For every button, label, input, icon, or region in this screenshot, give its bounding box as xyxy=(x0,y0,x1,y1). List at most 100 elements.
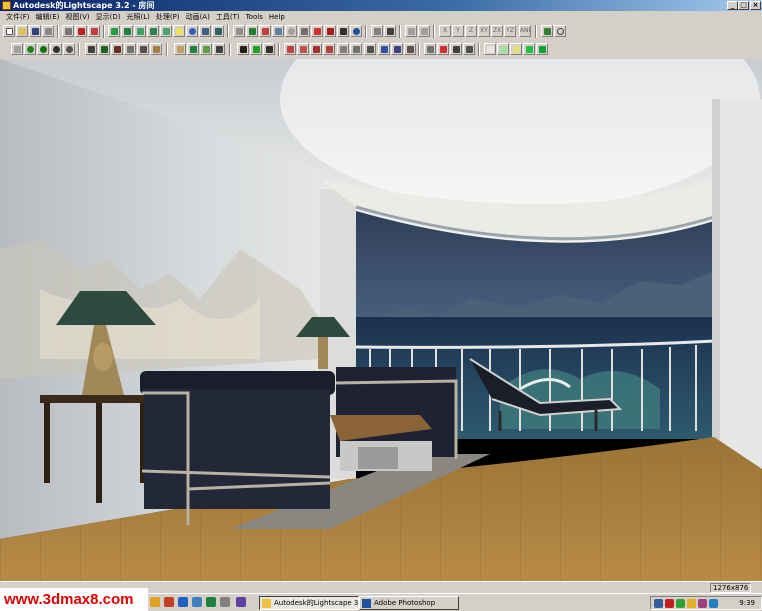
green-box-icon[interactable] xyxy=(523,43,535,55)
window-tool-icon[interactable] xyxy=(160,25,172,37)
axis-x-button[interactable]: X xyxy=(439,25,451,37)
zoom-pan-icon[interactable] xyxy=(233,25,245,37)
new-file-icon[interactable] xyxy=(3,25,15,37)
select-green-icon[interactable] xyxy=(250,43,262,55)
material-tool-icon[interactable] xyxy=(121,25,133,37)
person-run-icon[interactable] xyxy=(200,43,212,55)
move-up-icon[interactable] xyxy=(297,43,309,55)
quicklaunch-tool-icon[interactable] xyxy=(206,597,216,607)
rotate-view-icon[interactable] xyxy=(246,25,258,37)
paste-icon[interactable] xyxy=(350,43,362,55)
menu-view[interactable]: 视图(V) xyxy=(62,11,92,23)
mirror-icon[interactable] xyxy=(391,43,403,55)
save-file-icon[interactable] xyxy=(29,25,41,37)
undo-icon[interactable] xyxy=(42,25,54,37)
maximize-button[interactable]: □ xyxy=(738,1,749,10)
globe-icon[interactable] xyxy=(186,25,198,37)
help-icon[interactable] xyxy=(75,25,87,37)
person-fly-icon[interactable] xyxy=(213,43,225,55)
animate-button[interactable]: ANI xyxy=(519,25,531,37)
array-icon[interactable] xyxy=(404,43,416,55)
film-icon[interactable] xyxy=(212,25,224,37)
menu-lighting[interactable]: 光照(L) xyxy=(124,11,153,23)
image-icon[interactable] xyxy=(199,25,211,37)
zoom-window-icon[interactable] xyxy=(298,25,310,37)
tray-shield-icon[interactable] xyxy=(676,599,685,608)
menu-display[interactable]: 显示(D) xyxy=(93,11,124,23)
minimize-button[interactable]: _ xyxy=(727,1,738,10)
context-help-icon[interactable] xyxy=(88,25,100,37)
clip-icon[interactable] xyxy=(450,43,462,55)
measure-icon[interactable] xyxy=(424,43,436,55)
menu-edit[interactable]: 编辑(E) xyxy=(33,11,63,23)
open-file-icon[interactable] xyxy=(16,25,28,37)
textured-icon[interactable] xyxy=(50,43,62,55)
camera-icon[interactable] xyxy=(384,25,396,37)
print-icon[interactable] xyxy=(62,25,74,37)
menu-help[interactable]: Help xyxy=(266,11,288,23)
close-button[interactable]: × xyxy=(750,1,761,10)
quicklaunch-folder-icon[interactable] xyxy=(150,597,160,607)
eyedropper-icon[interactable] xyxy=(111,43,123,55)
redo-view-icon[interactable] xyxy=(418,25,430,37)
rotate-icon[interactable] xyxy=(323,43,335,55)
task-lightscape[interactable]: Autodesk的Lightscape 3.... xyxy=(259,596,359,610)
display-mode-icon[interactable] xyxy=(11,43,23,55)
luminaire-tool-icon[interactable] xyxy=(147,25,159,37)
plane-yz-button[interactable]: YZ xyxy=(504,25,516,37)
dolly-icon[interactable] xyxy=(324,25,336,37)
snap-icon[interactable] xyxy=(541,25,553,37)
source-icon[interactable] xyxy=(463,43,475,55)
copy-icon[interactable] xyxy=(337,43,349,55)
tray-antivirus-icon[interactable] xyxy=(665,599,674,608)
tray-network-icon[interactable] xyxy=(654,599,663,608)
tray-volume-icon[interactable] xyxy=(709,599,718,608)
zoom-icon[interactable] xyxy=(285,25,297,37)
edit-icon[interactable] xyxy=(137,43,149,55)
green-cube-icon[interactable] xyxy=(536,43,548,55)
menu-tools[interactable]: Tools xyxy=(243,11,266,23)
task-photoshop[interactable]: Adobe Photoshop xyxy=(359,596,459,610)
menu-animation[interactable]: 动画(A) xyxy=(183,11,213,23)
roll-icon[interactable] xyxy=(337,25,349,37)
align-icon[interactable] xyxy=(378,43,390,55)
quicklaunch-globe-icon[interactable] xyxy=(192,597,202,607)
sun-icon[interactable] xyxy=(510,43,522,55)
move-icon[interactable] xyxy=(284,43,296,55)
view-person-icon[interactable] xyxy=(187,43,199,55)
quicklaunch-extra-icon[interactable] xyxy=(236,597,246,607)
select-area-icon[interactable] xyxy=(364,43,376,55)
title-bar[interactable]: Autodesk的Lightscape 3.2 - 房间 _ □ × xyxy=(0,0,762,11)
axis-z-button[interactable]: Z xyxy=(465,25,477,37)
cross-section-icon[interactable] xyxy=(437,43,449,55)
tray-app-icon[interactable] xyxy=(698,599,707,608)
menu-process[interactable]: 处理(P) xyxy=(153,11,183,23)
pan-cross-icon[interactable] xyxy=(311,25,323,37)
zoom-extents-icon[interactable] xyxy=(371,25,383,37)
axis-y-button[interactable]: Y xyxy=(452,25,464,37)
render-viewport[interactable] xyxy=(0,59,762,581)
walk-person-icon[interactable] xyxy=(174,43,186,55)
quicklaunch-media-icon[interactable] xyxy=(220,597,230,607)
texture-icon[interactable] xyxy=(150,43,162,55)
lasso-icon[interactable] xyxy=(554,25,566,37)
paint-icon[interactable] xyxy=(85,43,97,55)
light-bulb-icon[interactable] xyxy=(173,25,185,37)
brush-icon[interactable] xyxy=(98,43,110,55)
solid-icon[interactable] xyxy=(37,43,49,55)
tray-messenger-icon[interactable] xyxy=(687,599,696,608)
wireframe-icon[interactable] xyxy=(24,43,36,55)
orbit-icon[interactable] xyxy=(272,25,284,37)
layer-tool-icon[interactable] xyxy=(108,25,120,37)
select-arrow-2-icon[interactable] xyxy=(263,43,275,55)
select-arrow-icon[interactable] xyxy=(237,43,249,55)
spark-icon[interactable] xyxy=(484,43,496,55)
plane-xy-button[interactable]: XY xyxy=(478,25,490,37)
quicklaunch-app-icon[interactable] xyxy=(164,597,174,607)
quicklaunch-ie-icon[interactable] xyxy=(178,597,188,607)
menu-tools-cn[interactable]: 工具(T) xyxy=(213,11,243,23)
fill-icon[interactable] xyxy=(124,43,136,55)
menu-file[interactable]: 文件(F) xyxy=(3,11,33,23)
star-icon[interactable] xyxy=(497,43,509,55)
undo-view-icon[interactable] xyxy=(405,25,417,37)
